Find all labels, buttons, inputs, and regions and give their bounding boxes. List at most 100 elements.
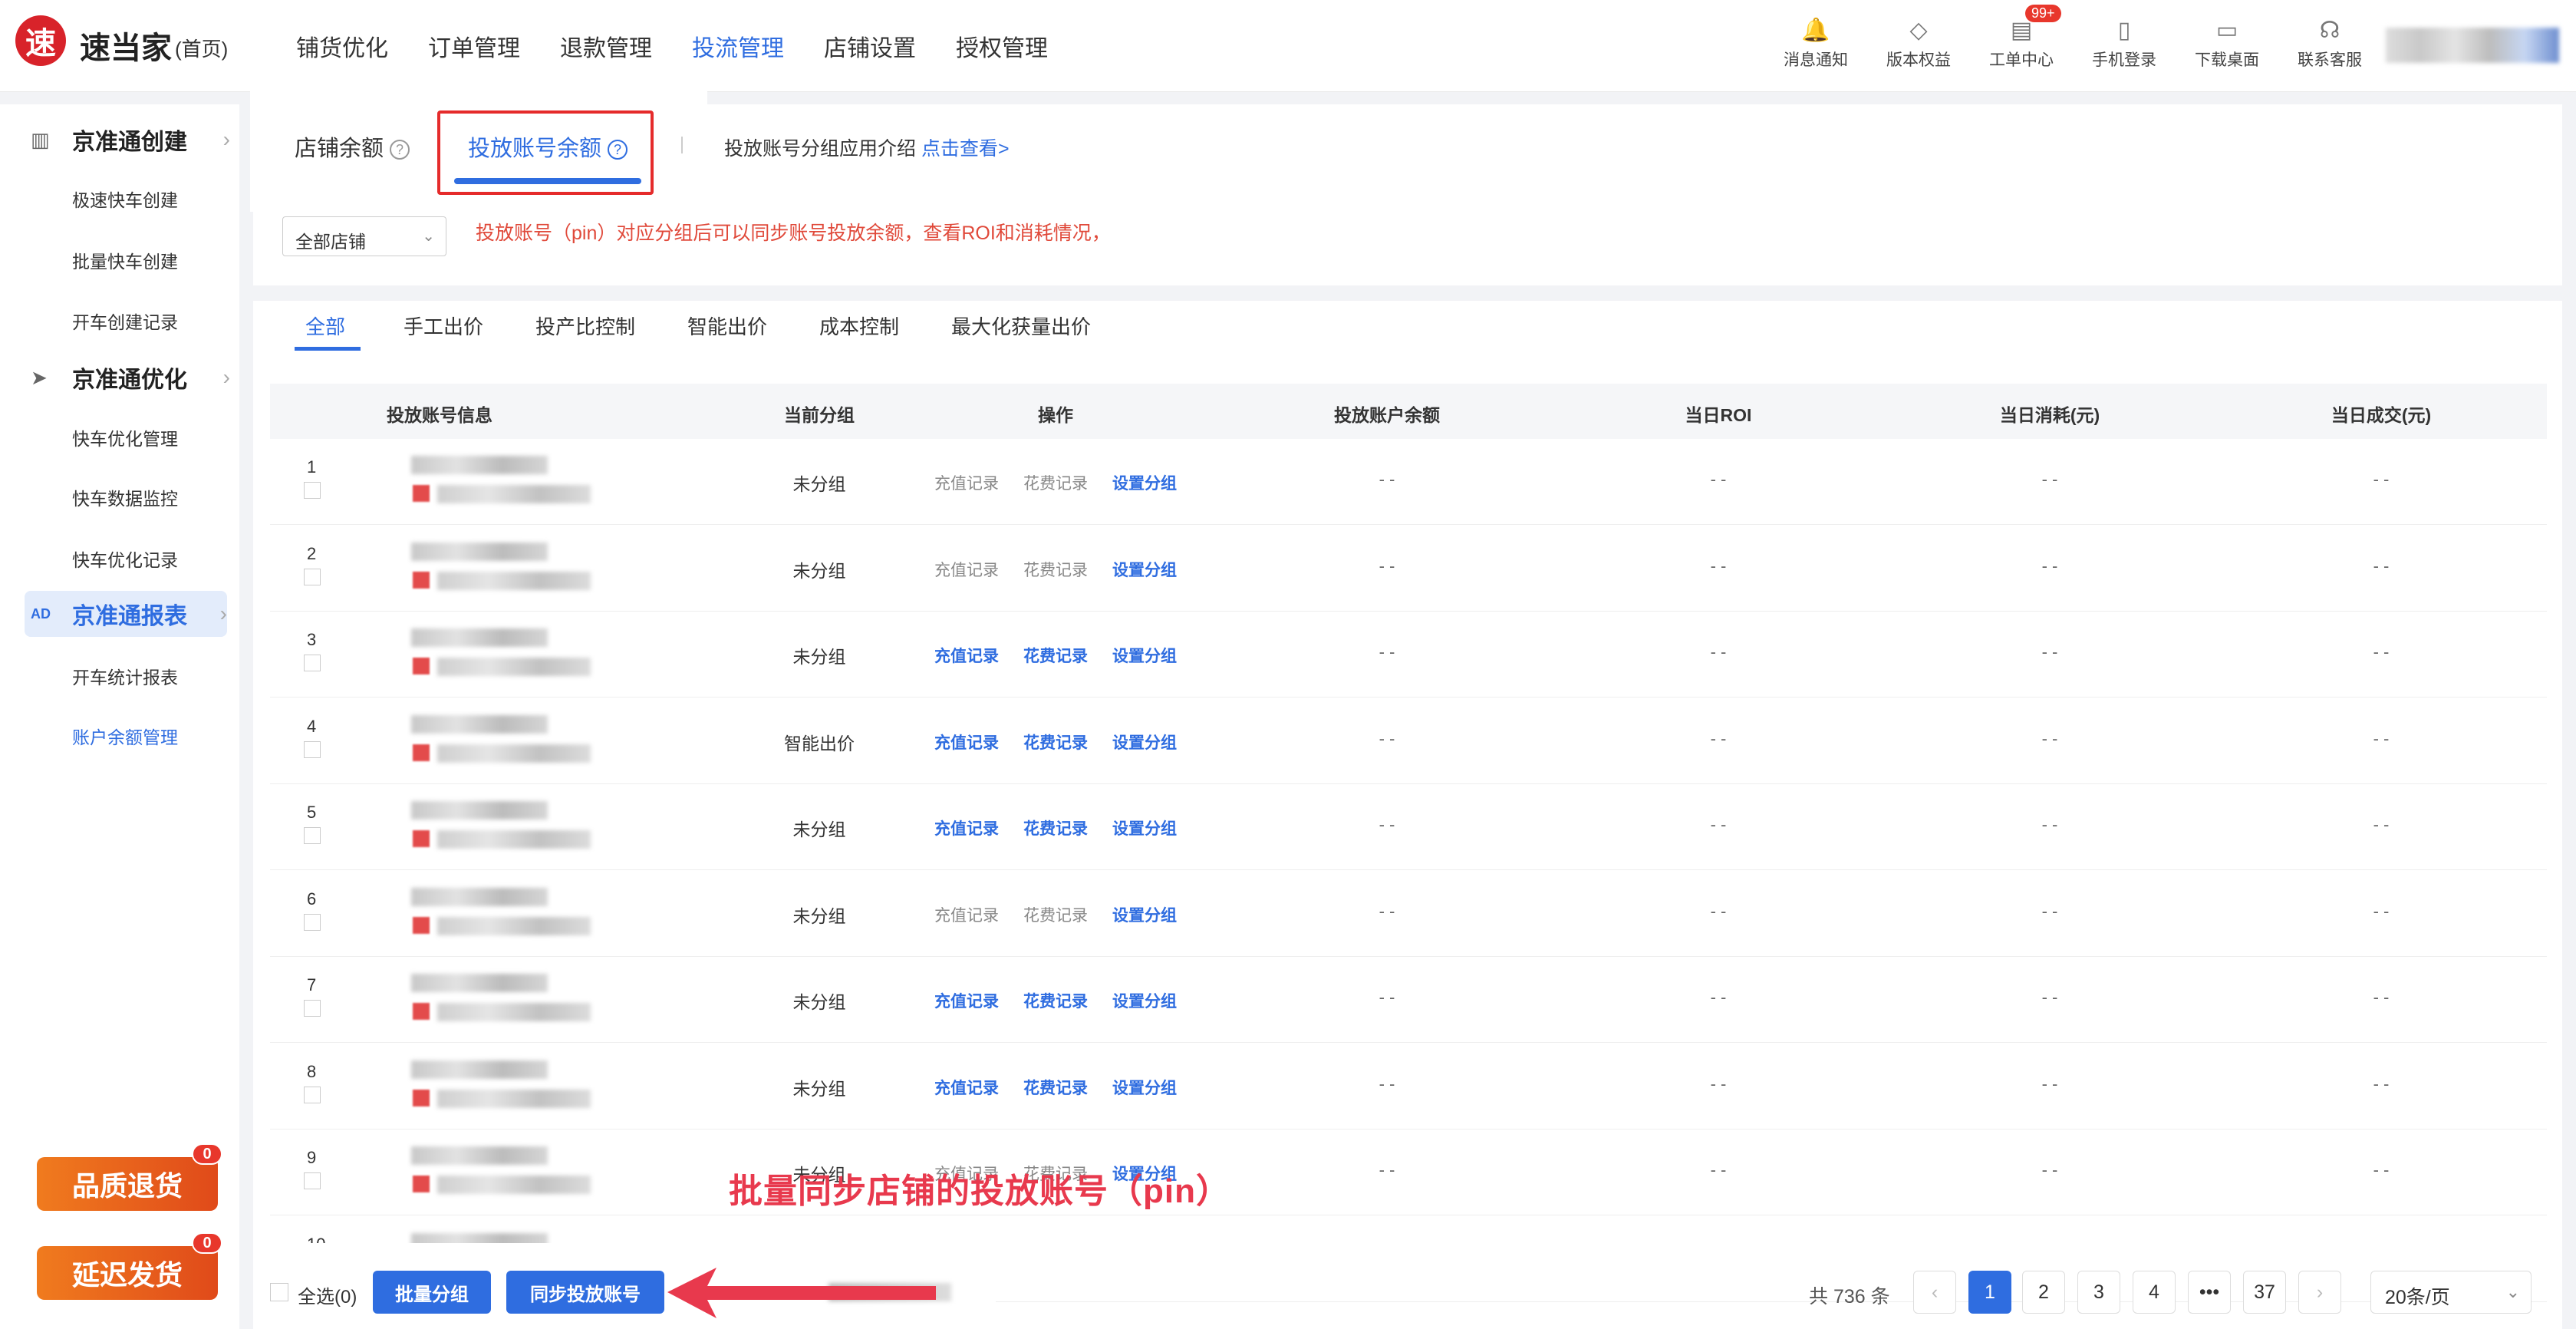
shop-icon <box>413 916 430 934</box>
pagination-page-1[interactable]: 1 <box>1968 1271 2011 1314</box>
subtab-roi-control[interactable]: 投产比控制 <box>535 312 687 340</box>
intro-link[interactable]: 点击查看> <box>921 138 1010 160</box>
recharge-records-link[interactable]: 充值记录 <box>934 816 999 839</box>
recharge-records-link[interactable]: 充值记录 <box>934 471 999 494</box>
row-checkbox[interactable] <box>304 568 321 585</box>
nav-item-listing-optimization[interactable]: 铺货优化 <box>296 29 388 63</box>
row-balance: - - <box>1379 901 1395 921</box>
row-roi: - - <box>1710 556 1727 575</box>
nav-item-orders[interactable]: 订单管理 <box>428 29 520 63</box>
sync-accounts-button[interactable]: 同步投放账号 <box>506 1271 664 1314</box>
row-checkbox[interactable] <box>304 913 321 931</box>
promo-late-shipping[interactable]: 延迟发货 0 <box>37 1232 222 1300</box>
account-name-blurred <box>411 1060 548 1079</box>
subtab-manual-bid[interactable]: 手工出价 <box>404 312 535 340</box>
subtab-max-volume[interactable]: 最大化获量出价 <box>951 312 1091 340</box>
table-row: 4 智能出价 充值记录 花费记录 设置分组 - - - - - - - - <box>270 698 2547 784</box>
sidebar-item-stats-report[interactable]: 开车统计报表 <box>72 663 178 689</box>
recharge-records-link[interactable]: 充值记录 <box>934 644 999 667</box>
tab-shop-balance[interactable]: 店铺余额? <box>295 130 410 163</box>
logo-icon[interactable]: 速 <box>15 15 66 66</box>
promo-count-badge: 0 <box>192 1232 222 1254</box>
set-group-link[interactable]: 设置分组 <box>1112 644 1177 667</box>
row-balance: - - <box>1379 1160 1395 1179</box>
page-size-select[interactable]: 20条/页 ⌄ <box>2370 1271 2532 1314</box>
help-icon[interactable]: ? <box>608 140 628 160</box>
tool-support[interactable]: ☊ 联系客服 <box>2278 14 2381 71</box>
pagination-page-4[interactable]: 4 <box>2133 1271 2176 1314</box>
subtab-all[interactable]: 全部 <box>305 312 404 340</box>
store-select[interactable]: 全部店铺 ⌄ <box>282 216 446 256</box>
pagination-page-last[interactable]: 37 <box>2243 1271 2286 1314</box>
pagination-next[interactable]: › <box>2298 1271 2341 1314</box>
sidebar-item-optimize-manage[interactable]: 快车优化管理 <box>72 424 178 450</box>
recharge-records-link[interactable]: 充值记录 <box>934 989 999 1012</box>
pagination-page-3[interactable]: 3 <box>2077 1271 2120 1314</box>
sidebar-group-optimize[interactable]: ➤ 京准通优化 › <box>31 355 230 401</box>
row-checkbox[interactable] <box>304 1172 321 1189</box>
pagination-prev[interactable]: ‹ <box>1913 1271 1956 1314</box>
nav-item-refunds[interactable]: 退款管理 <box>560 29 652 63</box>
sidebar-group-reports[interactable]: AD 京准通报表 › <box>25 591 227 637</box>
row-checkbox[interactable] <box>304 655 321 671</box>
spend-records-link[interactable]: 花费记录 <box>1023 903 1088 926</box>
chevron-right-icon: › <box>222 127 230 151</box>
pagination-ellipsis[interactable]: ••• <box>2188 1271 2231 1314</box>
annotation-arrow-icon <box>667 1268 936 1318</box>
set-group-link[interactable]: 设置分组 <box>1112 903 1177 926</box>
account-table: 投放账号信息 当前分组 操作 投放账户余额 当日ROI 当日消耗(元) 当日成交… <box>270 384 2547 1329</box>
sidebar-item-create-records[interactable]: 开车创建记录 <box>72 308 178 334</box>
help-icon[interactable]: ? <box>390 140 410 160</box>
recharge-records-link[interactable]: 充值记录 <box>934 730 999 754</box>
tool-notifications[interactable]: 🔔 消息通知 <box>1764 14 1867 71</box>
select-all-checkbox[interactable] <box>270 1283 288 1301</box>
promo-quality-return[interactable]: 品质退货 0 <box>37 1143 222 1211</box>
sidebar-item-data-monitor[interactable]: 快车数据监控 <box>72 484 178 510</box>
row-checkbox[interactable] <box>304 740 321 758</box>
tab-account-balance[interactable]: 投放账号余额? <box>468 130 628 163</box>
sidebar-group-create[interactable]: ▥ 京准通创建 › <box>31 117 230 163</box>
recharge-records-link[interactable]: 充值记录 <box>934 903 999 926</box>
recharge-records-link[interactable]: 充值记录 <box>934 1076 999 1099</box>
sidebar-item-batch-create[interactable]: 批量快车创建 <box>72 247 178 273</box>
spend-records-link[interactable]: 花费记录 <box>1023 558 1088 581</box>
row-checkbox[interactable] <box>304 827 321 844</box>
set-group-link[interactable]: 设置分组 <box>1112 1076 1177 1099</box>
spend-records-link[interactable]: 花费记录 <box>1023 644 1088 667</box>
row-checkbox[interactable] <box>304 1000 321 1017</box>
set-group-link[interactable]: 设置分组 <box>1112 989 1177 1012</box>
set-group-link[interactable]: 设置分组 <box>1112 471 1177 494</box>
spend-records-link[interactable]: 花费记录 <box>1023 471 1088 494</box>
subtab-smart-bid[interactable]: 智能出价 <box>687 312 819 340</box>
row-spend: - - <box>2041 815 2058 834</box>
row-checkbox[interactable] <box>304 1086 321 1103</box>
row-group: 未分组 <box>792 474 846 494</box>
spend-records-link[interactable]: 花费记录 <box>1023 989 1088 1012</box>
tool-tickets[interactable]: ▤ 工单中心 99+ <box>1970 5 2073 71</box>
subtab-cost-control[interactable]: 成本控制 <box>819 312 951 340</box>
spend-records-link[interactable]: 花费记录 <box>1023 730 1088 754</box>
recharge-records-link[interactable]: 充值记录 <box>934 558 999 581</box>
active-tab-underline <box>454 178 641 184</box>
pagination-page-2[interactable]: 2 <box>2022 1271 2065 1314</box>
spend-records-link[interactable]: 花费记录 <box>1023 816 1088 839</box>
user-avatar-blurred[interactable] <box>2386 28 2559 63</box>
tool-download[interactable]: ▭ 下载桌面 <box>2176 14 2278 71</box>
nav-item-authorization[interactable]: 授权管理 <box>956 29 1048 63</box>
app-name[interactable]: 速当家 <box>80 23 172 68</box>
tool-version[interactable]: ◇ 版本权益 <box>1867 14 1970 71</box>
set-group-link[interactable]: 设置分组 <box>1112 730 1177 754</box>
nav-item-store-settings[interactable]: 店铺设置 <box>824 29 916 63</box>
nav-item-ad-management[interactable]: 投流管理 <box>692 29 784 63</box>
spend-records-link[interactable]: 花费记录 <box>1023 1076 1088 1099</box>
row-checkbox[interactable] <box>304 482 321 499</box>
sidebar-item-fast-create[interactable]: 极速快车创建 <box>72 186 178 212</box>
tool-mobile-login[interactable]: ▯ 手机登录 <box>2073 14 2176 71</box>
select-all-label[interactable]: 全选(0) <box>298 1281 357 1308</box>
sidebar-item-balance-manage[interactable]: 账户余额管理 <box>72 723 178 749</box>
set-group-link[interactable]: 设置分组 <box>1112 558 1177 581</box>
sidebar-item-optimize-records[interactable]: 快车优化记录 <box>72 546 178 572</box>
set-group-link[interactable]: 设置分组 <box>1112 816 1177 839</box>
batch-group-button[interactable]: 批量分组 <box>373 1271 491 1314</box>
home-label[interactable]: (首页) <box>175 34 228 62</box>
